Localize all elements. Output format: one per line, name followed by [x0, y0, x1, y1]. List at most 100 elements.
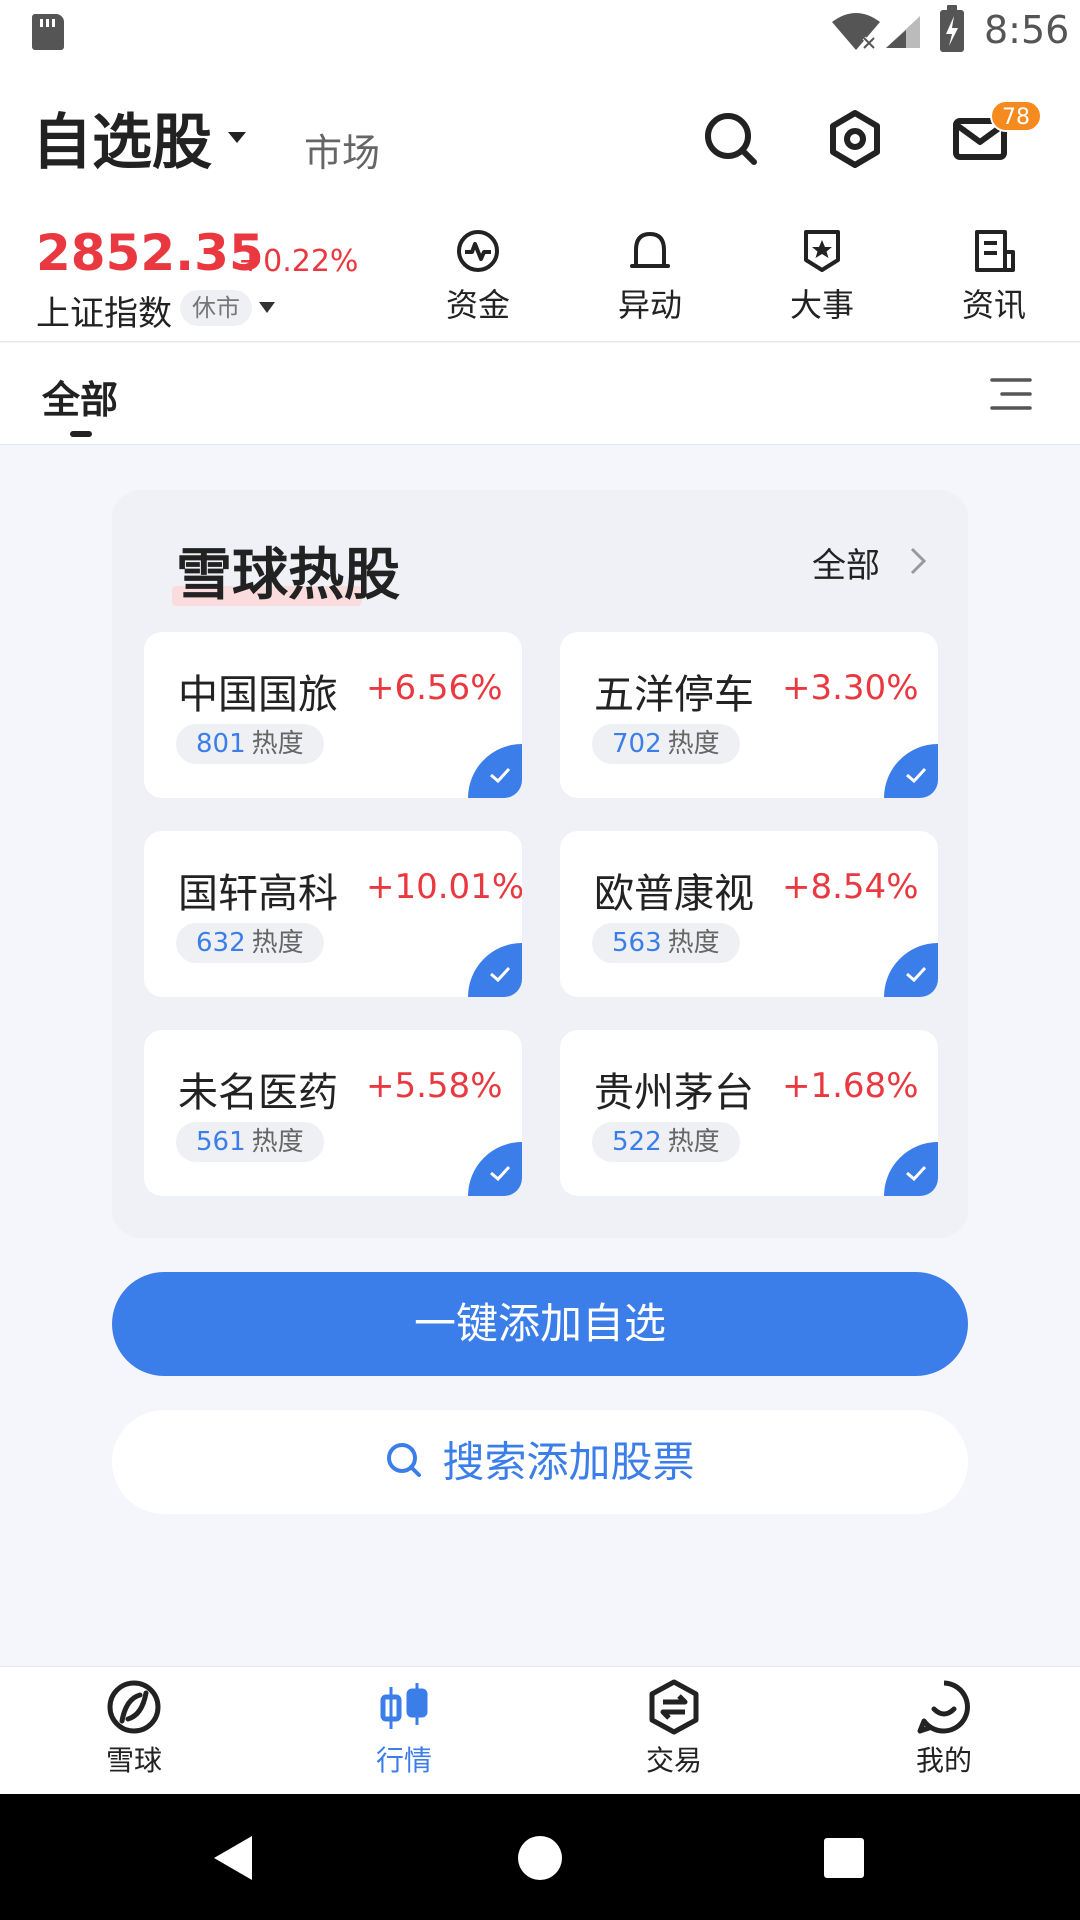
signal-icon	[886, 16, 920, 48]
tab-all[interactable]: 全部	[42, 369, 118, 424]
selected-check-icon[interactable]	[468, 943, 522, 997]
index-summary: 2852.35 +0.22% 上证指数 休市 资金 异动 大事 资讯	[0, 214, 1080, 342]
heat-label: 热度	[667, 928, 720, 958]
nav-item-market[interactable]: 行情	[324, 1677, 484, 1789]
stock-name: 欧普康视	[594, 871, 754, 917]
heat-value: 632	[196, 928, 246, 958]
index-value[interactable]: 2852.35	[36, 224, 264, 282]
hot-stock-card[interactable]: 国轩高科 +10.01% 632 热度	[144, 831, 522, 997]
search-icon[interactable]	[696, 104, 766, 174]
hot-stock-card[interactable]: 贵州茅台 +1.68% 522 热度	[560, 1030, 938, 1196]
unread-badge: 78	[990, 100, 1042, 132]
stock-change: +3.30%	[782, 668, 919, 708]
page-title[interactable]: 自选股	[32, 94, 212, 181]
tab-market[interactable]: 市场	[304, 122, 380, 177]
nav-item-trade[interactable]: 交易	[594, 1677, 754, 1789]
selected-check-icon[interactable]	[884, 1142, 938, 1196]
tab-indicator	[70, 431, 92, 437]
heat-label: 热度	[667, 1127, 720, 1157]
quick-action-label: 资讯	[961, 286, 1026, 324]
nav-label: 我的	[915, 1744, 972, 1777]
stock-name: 国轩高科	[178, 871, 338, 917]
trade-hexagon-icon	[649, 1679, 699, 1735]
selected-check-icon[interactable]	[468, 744, 522, 798]
selected-check-icon[interactable]	[468, 1142, 522, 1196]
heat-badge: 702 热度	[592, 724, 740, 764]
heat-label: 热度	[251, 729, 304, 759]
bell-icon	[630, 231, 670, 268]
group-tabs: 全部	[0, 343, 1080, 445]
heat-badge: 632 热度	[176, 923, 324, 963]
quick-action-funds[interactable]: 资金	[418, 226, 538, 336]
home-icon[interactable]	[518, 1836, 562, 1880]
stock-name: 贵州茅台	[594, 1070, 754, 1116]
clock: 8:56	[984, 8, 1070, 52]
caret-down-icon[interactable]	[259, 302, 275, 313]
search-add-label: 搜索添加股票	[442, 1437, 695, 1487]
selected-check-icon[interactable]	[884, 943, 938, 997]
wifi-icon	[832, 13, 880, 50]
bottom-nav: 雪球 行情 交易 我的	[0, 1666, 1080, 1794]
quick-action-news[interactable]: 资讯	[934, 226, 1054, 336]
search-icon	[387, 1442, 422, 1477]
heat-value: 561	[196, 1127, 246, 1157]
stock-change: +1.68%	[782, 1066, 919, 1106]
candlestick-icon	[380, 1683, 428, 1729]
smile-chat-icon	[917, 1680, 970, 1734]
heat-badge: 522 热度	[592, 1122, 740, 1162]
hot-stocks-title: 雪球热股	[176, 543, 400, 608]
heat-label: 热度	[251, 1127, 304, 1157]
caret-down-icon[interactable]	[228, 132, 246, 143]
hot-stocks-card: 雪球热股 全部 中国国旅 +6.56% 801 热度 五洋停车 +3.30% 70…	[112, 490, 968, 1238]
menu-icon[interactable]	[988, 375, 1034, 413]
nav-label: 交易	[645, 1744, 702, 1777]
system-nav-bar	[0, 1794, 1080, 1920]
quick-action-movers[interactable]: 异动	[590, 226, 710, 336]
hot-stock-card[interactable]: 未名医药 +5.58% 561 热度	[144, 1030, 522, 1196]
stock-change: +10.01%	[366, 867, 522, 907]
see-all-link[interactable]: 全部	[812, 538, 880, 587]
search-add-stock-button[interactable]: 搜索添加股票	[112, 1410, 968, 1514]
index-change: +0.22%	[238, 244, 359, 279]
stock-name: 未名医药	[178, 1070, 338, 1116]
stock-change: +6.56%	[366, 668, 503, 708]
xueqiu-logo-icon	[107, 1680, 161, 1734]
heat-badge: 801 热度	[176, 724, 324, 764]
stock-name: 中国国旅	[178, 672, 338, 718]
quick-action-label: 异动	[617, 286, 682, 324]
add-all-to-watchlist-button[interactable]: 一键添加自选	[112, 1272, 968, 1376]
star-badge-icon	[804, 230, 840, 272]
heat-value: 702	[612, 729, 662, 759]
back-icon[interactable]	[214, 1836, 252, 1880]
chevron-right-icon[interactable]	[908, 546, 928, 576]
nav-item-xueqiu[interactable]: 雪球	[54, 1677, 214, 1789]
battery-charging-icon	[940, 5, 964, 52]
document-icon	[975, 230, 1015, 272]
stock-name: 五洋停车	[594, 672, 754, 718]
heat-label: 热度	[667, 729, 720, 759]
stock-change: +5.58%	[366, 1066, 503, 1106]
index-name[interactable]: 上证指数	[36, 286, 172, 335]
heat-value: 801	[196, 729, 246, 759]
quick-action-events[interactable]: 大事	[762, 226, 882, 336]
sd-card-icon	[32, 14, 64, 50]
status-bar: 8:56	[0, 0, 1080, 64]
nav-item-profile[interactable]: 我的	[864, 1677, 1024, 1789]
settings-hexagon-icon[interactable]	[820, 104, 890, 174]
market-status-badge: 休市	[180, 290, 252, 326]
pulse-icon	[457, 230, 499, 272]
heat-label: 热度	[251, 928, 304, 958]
nav-label: 雪球	[105, 1744, 162, 1777]
quick-action-label: 大事	[789, 286, 854, 324]
stock-change: +8.54%	[782, 867, 919, 907]
hot-stock-card[interactable]: 中国国旅 +6.56% 801 热度	[144, 632, 522, 798]
heat-value: 563	[612, 928, 662, 958]
nav-label: 行情	[375, 1744, 432, 1777]
heat-value: 522	[612, 1127, 662, 1157]
hot-stock-card[interactable]: 欧普康视 +8.54% 563 热度	[560, 831, 938, 997]
hot-stock-card[interactable]: 五洋停车 +3.30% 702 热度	[560, 632, 938, 798]
recent-apps-icon[interactable]	[824, 1838, 864, 1878]
selected-check-icon[interactable]	[884, 744, 938, 798]
heat-badge: 563 热度	[592, 923, 740, 963]
app-header: 自选股 市场 78	[0, 64, 1080, 214]
